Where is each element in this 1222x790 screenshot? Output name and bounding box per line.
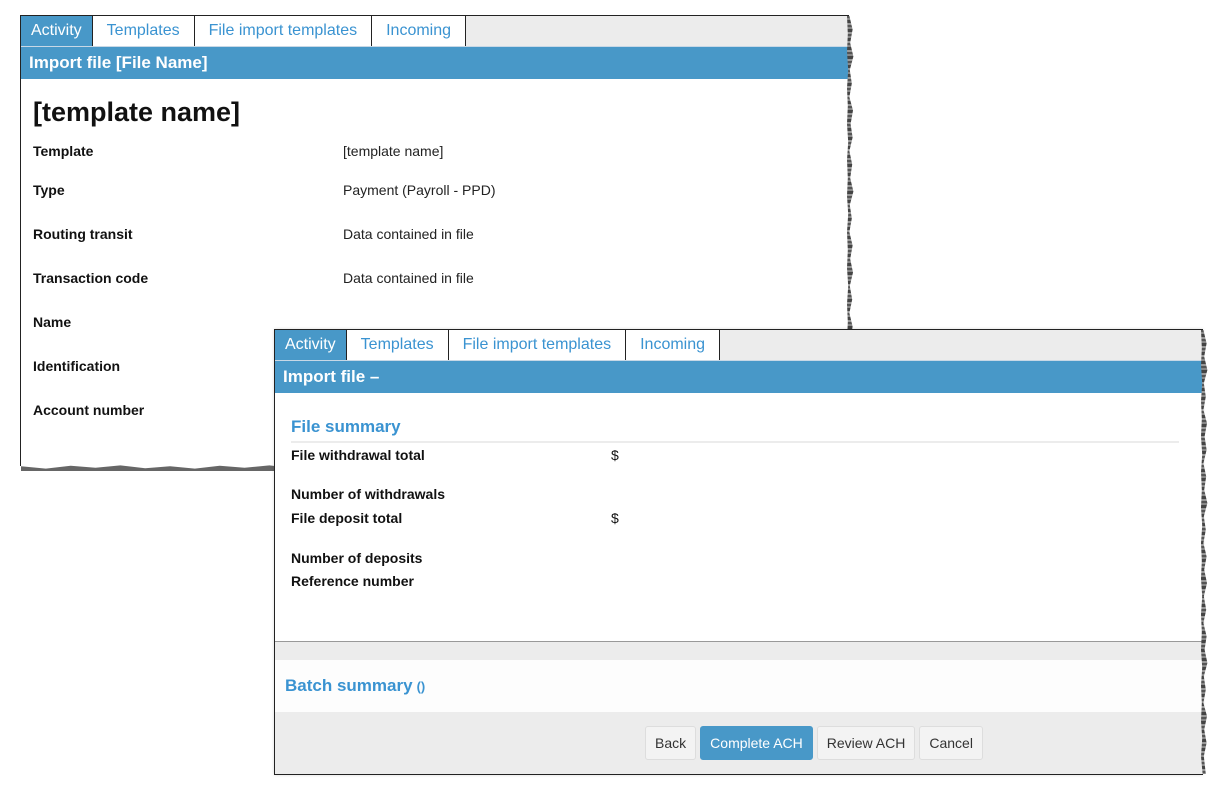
- summary-row: Reference number: [291, 569, 1179, 592]
- detail-row: Type Payment (Payroll - PPD): [21, 168, 849, 212]
- file-summary-section: File summary File withdrawal total $ Num…: [275, 393, 1203, 592]
- review-ach-button[interactable]: Review ACH: [816, 726, 916, 760]
- summary-label: Number of withdrawals: [291, 485, 446, 502]
- tab-incoming[interactable]: Incoming: [372, 16, 467, 46]
- cancel-button[interactable]: Cancel: [919, 726, 983, 760]
- detail-row: Template [template name]: [21, 134, 849, 168]
- back-button[interactable]: Back: [645, 726, 697, 760]
- tab-file-import-templates[interactable]: File import templates: [448, 330, 627, 360]
- summary-label: Reference number: [291, 572, 414, 589]
- action-bar: Back Complete ACH Review ACH Cancel: [275, 712, 1203, 774]
- detail-label: Type: [33, 182, 65, 198]
- tab-templates[interactable]: Templates: [92, 16, 195, 46]
- summary-label: File withdrawal total: [291, 446, 425, 463]
- section-separator: [275, 641, 1203, 660]
- tab-activity[interactable]: Activity: [275, 330, 347, 360]
- detail-value: Data contained in file: [343, 226, 474, 242]
- tab-templates[interactable]: Templates: [346, 330, 449, 360]
- batch-summary-title[interactable]: Batch summary: [285, 676, 413, 696]
- detail-value: Data contained in file: [343, 270, 474, 286]
- front-window: Activity Templates File import templates…: [274, 329, 1208, 775]
- summary-value: $: [611, 446, 619, 463]
- detail-label: Transaction code: [33, 270, 149, 286]
- detail-row: Transaction code Data contained in file: [21, 256, 849, 300]
- detail-label: Routing transit: [33, 226, 133, 242]
- complete-ach-button[interactable]: Complete ACH: [700, 726, 813, 760]
- template-heading: [template name]: [33, 97, 241, 127]
- page-title: Import file –: [275, 361, 1203, 393]
- file-summary-title: File summary: [291, 417, 1179, 443]
- tab-bar: Activity Templates File import templates…: [275, 330, 1203, 361]
- detail-value: [template name]: [343, 143, 444, 159]
- detail-label: Template: [33, 143, 94, 159]
- batch-summary-count: (): [416, 678, 426, 694]
- tab-incoming[interactable]: Incoming: [626, 330, 721, 360]
- tab-activity[interactable]: Activity: [21, 16, 93, 46]
- summary-row: File deposit total $: [291, 505, 1179, 530]
- detail-row: Routing transit Data contained in file: [21, 212, 849, 256]
- torn-edge: [1201, 330, 1208, 774]
- summary-label: Number of deposits: [291, 549, 423, 566]
- summary-row: File withdrawal total $: [291, 443, 1179, 466]
- tab-bar: Activity Templates File import templates…: [21, 16, 849, 47]
- summary-row: Number of withdrawals: [291, 482, 1179, 505]
- detail-label: Name: [33, 314, 72, 330]
- tab-file-import-templates[interactable]: File import templates: [194, 16, 373, 46]
- summary-value: $: [611, 509, 619, 526]
- summary-label: File deposit total: [291, 509, 403, 526]
- detail-value: Payment (Payroll - PPD): [343, 182, 496, 198]
- page-title: Import file [File Name]: [21, 47, 849, 79]
- batch-summary-section: Batch summary (): [275, 660, 1203, 712]
- summary-row: Number of deposits: [291, 546, 1179, 569]
